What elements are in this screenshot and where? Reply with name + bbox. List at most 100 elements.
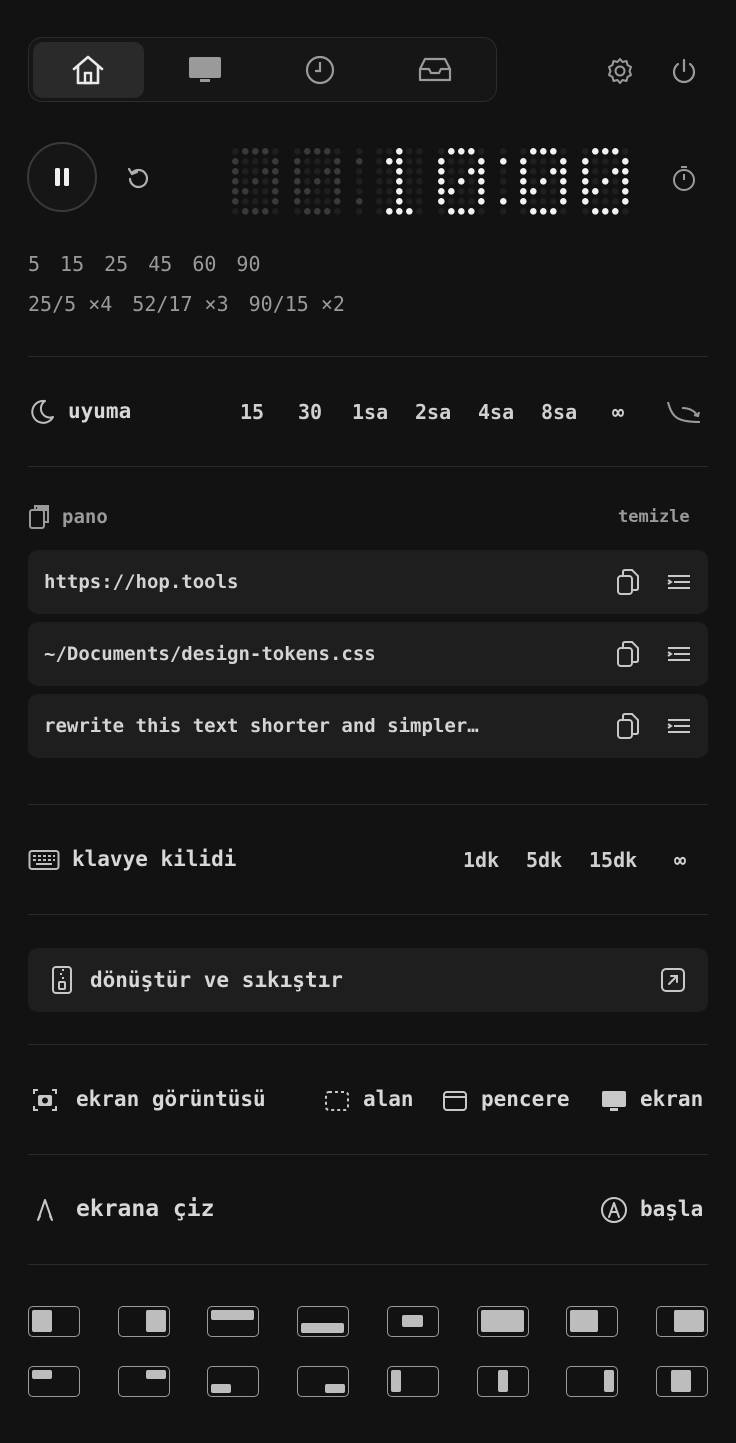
layout-maximize[interactable] — [477, 1306, 529, 1337]
divider — [28, 356, 708, 357]
timer-separator — [500, 148, 507, 215]
divider — [28, 1264, 708, 1265]
screenshot-window-button[interactable]: pencere — [481, 1087, 570, 1111]
preset-chip[interactable]: 5 — [28, 252, 40, 276]
draw-start-icon — [600, 1196, 628, 1224]
preset-chip[interactable]: 90 — [236, 252, 260, 276]
reset-icon — [125, 165, 151, 191]
paste-as-text-icon[interactable] — [666, 571, 692, 593]
draw-label: ekrana çiz — [76, 1196, 215, 1222]
timer-digit — [294, 148, 341, 215]
copy-icon[interactable] — [616, 640, 640, 668]
layout-right-half[interactable] — [118, 1306, 170, 1337]
sleep-option[interactable]: 8sa — [541, 400, 577, 424]
sleep-schedule-button[interactable] — [664, 396, 704, 428]
clear-clipboard-button[interactable]: temizle — [618, 507, 690, 527]
keyboard-icon — [28, 848, 60, 872]
layout-bottom-right[interactable] — [297, 1366, 349, 1397]
sleep-option[interactable]: 30 — [298, 400, 322, 424]
layout-bottom-left[interactable] — [207, 1366, 259, 1397]
layout-top-left[interactable] — [28, 1366, 80, 1397]
preset-chip[interactable]: 45 — [148, 252, 172, 276]
copy-icon[interactable] — [616, 712, 640, 740]
screen-icon — [601, 1089, 627, 1113]
inbox-icon — [417, 55, 453, 85]
gear-icon — [606, 57, 634, 85]
layout-last-third[interactable] — [566, 1366, 618, 1397]
tab-history[interactable] — [263, 42, 378, 98]
settings-button[interactable] — [603, 54, 637, 88]
layout-right-two-thirds[interactable] — [656, 1306, 708, 1337]
clipboard-item-text: rewrite this text shorter and simpler… — [44, 715, 479, 737]
tab-home[interactable] — [33, 41, 144, 98]
tab-bar — [28, 37, 497, 102]
layout-almost-maximize[interactable] — [566, 1306, 618, 1337]
timer-display — [228, 140, 650, 216]
timer-separator — [356, 148, 363, 215]
timer-digit — [438, 148, 485, 215]
preset-chip[interactable]: 25 — [104, 252, 128, 276]
screenshot-area-button[interactable]: alan — [363, 1087, 414, 1111]
monitor-icon — [187, 55, 223, 85]
keyboard-lock-option[interactable]: 15dk — [589, 848, 637, 872]
camera-icon — [32, 1087, 58, 1113]
sleep-curve-icon — [664, 398, 704, 426]
sleep-option[interactable]: 1sa — [352, 400, 388, 424]
reset-button[interactable] — [122, 162, 154, 194]
layout-center[interactable] — [387, 1306, 439, 1337]
power-button[interactable] — [667, 54, 701, 88]
layout-center-third[interactable] — [477, 1366, 529, 1397]
zip-file-icon — [50, 965, 74, 995]
sleep-option[interactable]: 4sa — [478, 400, 514, 424]
moon-icon — [28, 398, 56, 426]
clock-icon — [304, 54, 336, 86]
tab-inbox[interactable] — [377, 42, 492, 98]
sleep-label: uyuma — [68, 399, 132, 423]
keyboard-lock-option[interactable]: 5dk — [526, 848, 562, 872]
screenshot-screen-button[interactable]: ekran — [640, 1087, 703, 1111]
layout-left-half[interactable] — [28, 1306, 80, 1337]
keyboard-lock-option[interactable]: ∞ — [674, 848, 686, 872]
timer-presets: 5 15 25 45 60 90 — [28, 252, 281, 276]
layout-bottom-half[interactable] — [297, 1306, 349, 1337]
interval-chip[interactable]: 90/15 ×2 — [249, 292, 345, 316]
preset-chip[interactable]: 60 — [192, 252, 216, 276]
divider — [28, 1044, 708, 1045]
timer-digit — [232, 148, 279, 215]
copy-icon[interactable] — [616, 568, 640, 596]
layout-center-narrow[interactable] — [656, 1366, 708, 1397]
clipboard-item[interactable]: ~/Documents/design-tokens.css — [28, 622, 708, 686]
paste-as-text-icon[interactable] — [666, 715, 692, 737]
window-layout-grid — [0, 1300, 736, 1410]
layout-top-half[interactable] — [207, 1306, 259, 1337]
tab-display[interactable] — [148, 42, 263, 98]
clipboard-label: pano — [62, 506, 108, 528]
draw-start-button[interactable]: başla — [640, 1197, 703, 1221]
keyboard-lock-option[interactable]: 1dk — [463, 848, 499, 872]
convert-compress-button[interactable]: dönüştür ve sıkıştır — [28, 948, 708, 1012]
timer-digit — [376, 148, 423, 215]
clipboard-item-text: https://hop.tools — [44, 571, 239, 593]
pause-icon — [52, 166, 72, 188]
convert-label: dönüştür ve sıkıştır — [90, 968, 343, 992]
home-icon — [71, 54, 105, 86]
stopwatch-button[interactable] — [668, 162, 700, 194]
interval-chip[interactable]: 52/17 ×3 — [132, 292, 228, 316]
interval-chip[interactable]: 25/5 ×4 — [28, 292, 112, 316]
clipboard-item[interactable]: https://hop.tools — [28, 550, 708, 614]
layout-top-right[interactable] — [118, 1366, 170, 1397]
sleep-option[interactable]: 15 — [240, 400, 264, 424]
power-icon — [670, 57, 698, 85]
timer-digit — [520, 148, 567, 215]
divider — [28, 804, 708, 805]
screenshot-label: ekran görüntüsü — [76, 1087, 266, 1111]
paste-as-text-icon[interactable] — [666, 643, 692, 665]
preset-chip[interactable]: 15 — [60, 252, 84, 276]
layout-first-third[interactable] — [387, 1366, 439, 1397]
clipboard-item[interactable]: rewrite this text shorter and simpler… — [28, 694, 708, 758]
divider — [28, 1154, 708, 1155]
pen-nib-icon — [34, 1198, 56, 1224]
sleep-option[interactable]: 2sa — [415, 400, 451, 424]
pause-button[interactable] — [27, 142, 97, 212]
sleep-option[interactable]: ∞ — [612, 400, 624, 424]
